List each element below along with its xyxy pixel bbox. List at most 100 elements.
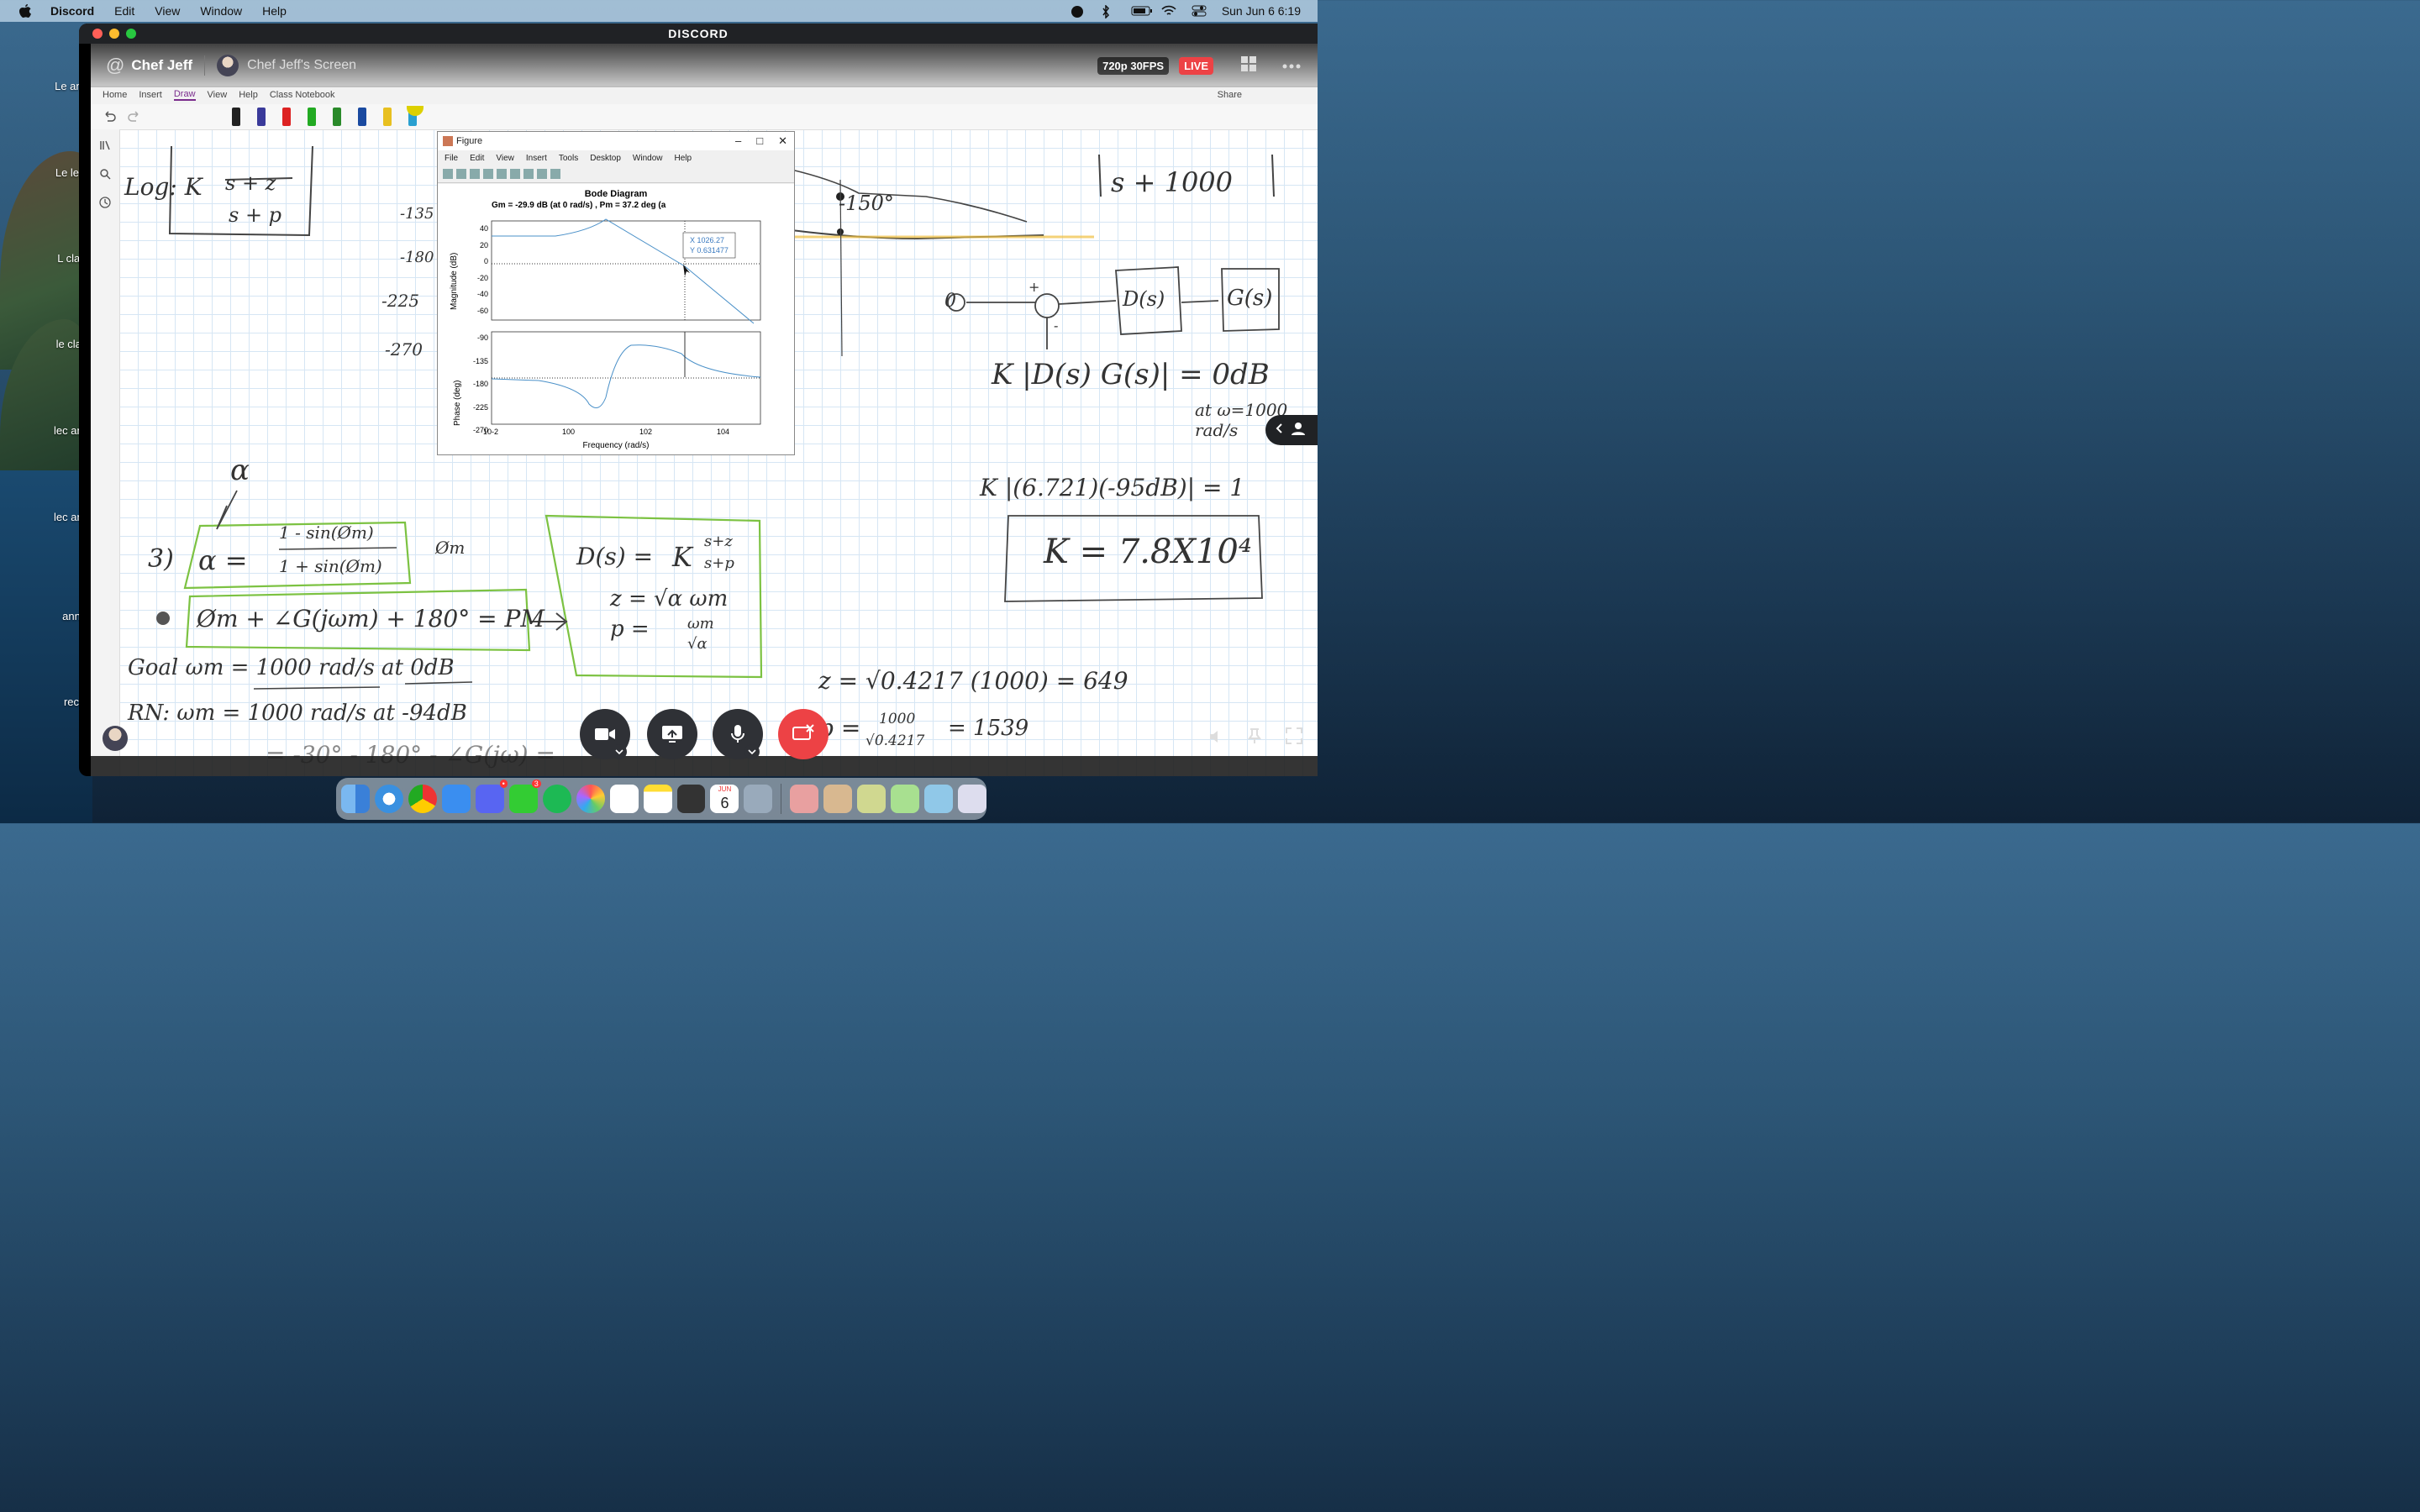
undo-icon[interactable] <box>103 109 116 127</box>
recent-icon[interactable] <box>99 197 111 213</box>
print-icon[interactable] <box>483 169 493 179</box>
pen-black[interactable] <box>232 108 240 126</box>
pen-yellow[interactable] <box>383 108 392 126</box>
pen-dark-blue[interactable] <box>358 108 366 126</box>
fig-menu-insert[interactable]: Insert <box>526 154 547 163</box>
new-figure-icon[interactable] <box>443 169 453 179</box>
figure-close-button[interactable]: ✕ <box>778 134 787 148</box>
avatar[interactable] <box>217 55 239 76</box>
bluetooth-icon[interactable] <box>1101 4 1116 19</box>
trash-icon[interactable] <box>958 785 987 813</box>
save-icon[interactable] <box>470 169 480 179</box>
matlab-figure-window[interactable]: Figure – □ ✕ File Edit View Insert Tools… <box>437 131 795 455</box>
folder-icon[interactable] <box>823 785 853 813</box>
fig-menu-view[interactable]: View <box>496 154 514 163</box>
chrome-icon[interactable] <box>408 785 437 813</box>
screen-share-button[interactable] <box>647 709 697 759</box>
folder-icon[interactable] <box>790 785 819 813</box>
pen-red[interactable] <box>282 108 291 126</box>
wifi-icon[interactable] <box>1161 5 1176 17</box>
apple-icon[interactable] <box>18 3 32 18</box>
figure-minimize-button[interactable]: – <box>735 134 741 148</box>
tab-help[interactable]: Help <box>239 90 258 100</box>
folder-icon[interactable] <box>857 785 886 813</box>
control-center-icon[interactable] <box>1192 5 1207 17</box>
folder-icon[interactable] <box>891 785 920 813</box>
figure-toolbar <box>438 165 794 183</box>
battery-icon[interactable] <box>1131 5 1152 17</box>
menu-edit[interactable]: Edit <box>114 4 134 18</box>
search-icon[interactable] <box>99 168 111 184</box>
figure-maximize-button[interactable]: □ <box>756 134 763 148</box>
note-150: -150° <box>839 192 894 215</box>
preview-icon[interactable] <box>744 785 773 813</box>
fig-menu-desktop[interactable]: Desktop <box>590 154 621 163</box>
pin-icon[interactable] <box>1247 727 1262 748</box>
mail-icon[interactable] <box>441 785 471 813</box>
pointer-icon[interactable] <box>537 169 547 179</box>
pen-blue[interactable] <box>257 108 266 126</box>
avatar[interactable] <box>103 726 128 751</box>
menubar-clock[interactable]: Sun Jun 6 6:19 <box>1222 4 1301 18</box>
disconnect-button[interactable] <box>778 709 829 759</box>
datatip-y: Y 0.631477 <box>690 246 729 255</box>
menu-help[interactable]: Help <box>262 4 287 18</box>
legend-icon[interactable] <box>523 169 534 179</box>
fig-menu-tools[interactable]: Tools <box>559 154 578 163</box>
finder-icon[interactable] <box>341 785 370 813</box>
screen-record-icon[interactable] <box>1071 5 1086 18</box>
bode-plot-area[interactable]: Bode Diagram Gm = -29.9 dB (at 0 rad/s) … <box>438 184 794 454</box>
volume-icon[interactable] <box>1208 729 1225 748</box>
link-icon[interactable] <box>497 169 507 179</box>
more-options-icon[interactable] <box>1282 58 1301 73</box>
note-sp2: s+p <box>704 554 734 572</box>
tab-insert[interactable]: Insert <box>139 90 162 100</box>
camera-options-chevron-icon[interactable] <box>612 744 627 759</box>
fig-menu-window[interactable]: Window <box>633 154 663 163</box>
tab-class-notebook[interactable]: Class Notebook <box>270 90 335 100</box>
colorbar-icon[interactable] <box>510 169 520 179</box>
x-tick: 102 <box>639 428 653 436</box>
zoom-window-button[interactable] <box>126 29 136 39</box>
fullscreen-icon[interactable] <box>1286 727 1302 748</box>
pen-green-2[interactable] <box>333 108 341 126</box>
fig-menu-edit[interactable]: Edit <box>470 154 484 163</box>
discord-icon[interactable]: • <box>475 780 508 813</box>
reminders-icon[interactable] <box>609 785 639 813</box>
close-window-button[interactable] <box>92 29 103 39</box>
fig-menu-help[interactable]: Help <box>675 154 692 163</box>
note-alpha: α <box>230 454 250 487</box>
redo-icon[interactable] <box>128 109 141 127</box>
stream-view[interactable]: @ Chef Jeff Chef Jeff's Screen 720p 30FP… <box>91 44 1318 776</box>
spotify-icon[interactable] <box>542 785 571 813</box>
photos-icon[interactable] <box>576 785 605 813</box>
grid-layout-icon[interactable] <box>1240 55 1257 76</box>
open-icon[interactable] <box>456 169 466 179</box>
fig-menu-file[interactable]: File <box>445 154 458 163</box>
pen-green[interactable] <box>308 108 316 126</box>
menu-app-name[interactable]: Discord <box>50 4 94 18</box>
tab-draw[interactable]: Draw <box>173 89 196 101</box>
note-item3: 3) <box>148 544 174 574</box>
channel-name: Chef Jeff <box>131 57 193 73</box>
tab-view[interactable]: View <box>208 90 228 100</box>
participants-toggle-button[interactable] <box>1265 415 1318 445</box>
notes-icon[interactable] <box>643 785 672 813</box>
menu-window[interactable]: Window <box>200 4 242 18</box>
menu-view[interactable]: View <box>155 4 180 18</box>
stream-quality-badge: 720p 30FPS <box>1097 56 1170 75</box>
mic-options-chevron-icon[interactable] <box>744 744 760 759</box>
note-phim: Øm <box>435 538 466 558</box>
share-button[interactable]: Share <box>1218 90 1242 100</box>
notebooks-icon[interactable] <box>99 139 111 155</box>
minimize-window-button[interactable] <box>109 29 119 39</box>
property-editor-icon[interactable] <box>550 169 560 179</box>
calendar-icon[interactable]: JUN 6 <box>710 785 739 813</box>
x-tick: 100 <box>562 428 576 436</box>
tab-home[interactable]: Home <box>103 90 127 100</box>
sublime-icon[interactable] <box>676 785 706 813</box>
safari-icon[interactable] <box>374 785 403 813</box>
figure-titlebar: Figure – □ ✕ <box>438 132 794 150</box>
messages-icon[interactable]: 3 <box>508 780 541 813</box>
folder-icon[interactable] <box>924 785 954 813</box>
